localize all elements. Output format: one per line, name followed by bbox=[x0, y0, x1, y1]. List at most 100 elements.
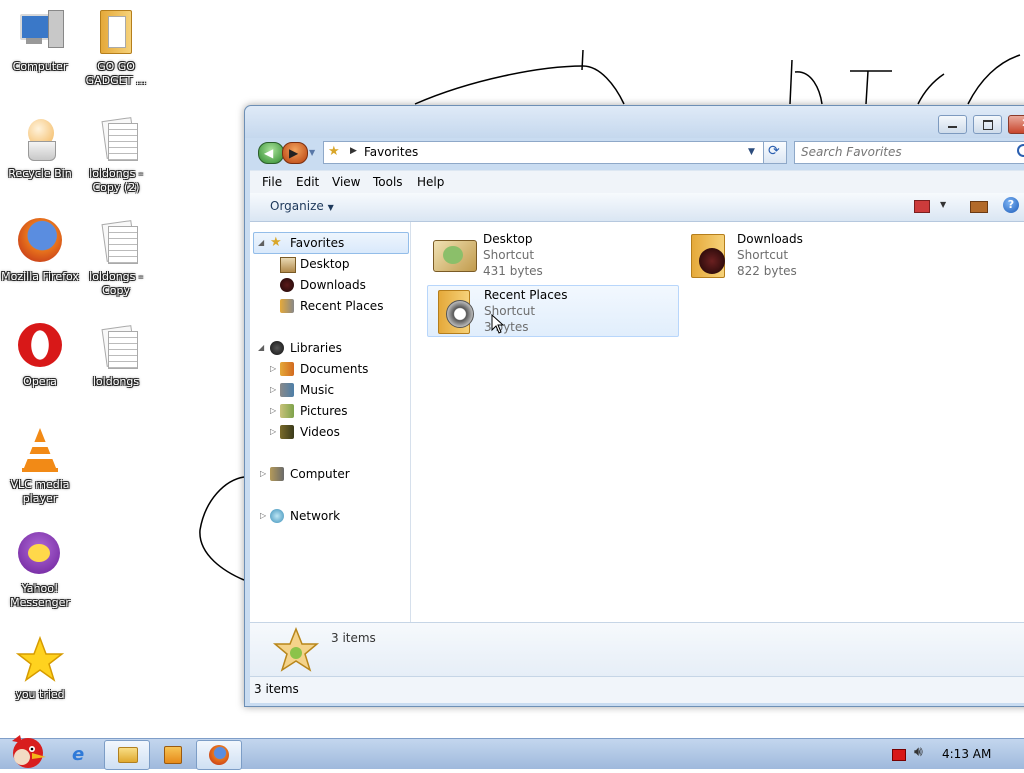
desktop-icon-vlc[interactable]: VLC media player bbox=[0, 426, 80, 506]
menu-help[interactable]: Help bbox=[417, 175, 444, 189]
desktop-icon-label: loldongs bbox=[92, 375, 140, 388]
desktop-icon-label: VLC media player bbox=[10, 478, 70, 505]
menu-tools[interactable]: Tools bbox=[373, 175, 403, 189]
view-options-dropdown[interactable]: ▼ bbox=[940, 200, 946, 209]
desktop-icon-label: Yahoo! Messenger bbox=[10, 582, 70, 609]
computer-icon bbox=[270, 467, 284, 481]
vlc-icon bbox=[16, 426, 64, 474]
command-bar: Organize ▼ ▼ ? bbox=[250, 193, 1024, 222]
menu-edit[interactable]: Edit bbox=[296, 175, 319, 189]
file-name: Recent Places bbox=[484, 288, 568, 302]
star-icon bbox=[15, 635, 65, 684]
yahoo-messenger-icon bbox=[16, 530, 64, 578]
firefox-icon bbox=[16, 218, 64, 266]
taskbar-clock[interactable]: 4:13 AM bbox=[942, 747, 991, 761]
taskbar: e 🔊︎ 4:13 AM bbox=[0, 735, 1024, 770]
file-item-downloads[interactable]: Downloads Shortcut 822 bytes bbox=[681, 230, 931, 280]
file-item-recent-places[interactable]: Recent Places Shortcut 3 bytes bbox=[427, 285, 679, 337]
desktop-icon-label: loldongs - Copy (2) bbox=[89, 167, 143, 194]
expand-favorites-icon[interactable]: ◢ bbox=[258, 238, 264, 247]
angry-bird-start-icon bbox=[12, 735, 46, 768]
start-button[interactable] bbox=[2, 731, 50, 769]
expand-documents-icon[interactable]: ▷ bbox=[270, 364, 276, 373]
maximize-icon bbox=[983, 120, 993, 130]
refresh-button[interactable]: ⟳ bbox=[763, 141, 787, 164]
desktop-icon-you-tried[interactable]: you tried bbox=[0, 635, 80, 702]
desktop-icon-go-go-gadget[interactable]: GO GO GADGET ... bbox=[76, 8, 156, 88]
document-icon bbox=[92, 218, 140, 266]
file-size: 431 bytes bbox=[483, 264, 543, 278]
help-button[interactable]: ? bbox=[1003, 197, 1019, 213]
navigation-pane[interactable]: ◢ ★ Favorites Desktop Downloads Recent P… bbox=[250, 222, 411, 622]
change-view-button[interactable] bbox=[914, 200, 930, 213]
forward-button[interactable]: ▶ bbox=[282, 142, 308, 164]
file-size: 822 bytes bbox=[737, 264, 797, 278]
organize-button[interactable]: Organize ▼ bbox=[270, 199, 334, 213]
address-dropdown-icon[interactable]: ▼ bbox=[748, 147, 755, 157]
back-arrow-icon: ◀ bbox=[264, 146, 274, 160]
tray-volume-icon[interactable]: 🔊︎ bbox=[914, 744, 923, 760]
details-pane: 3 items bbox=[250, 622, 1024, 677]
collapse-libraries-icon[interactable]: ◢ bbox=[258, 343, 264, 352]
recent-pages-dropdown[interactable]: ▼ bbox=[309, 148, 315, 157]
menu-view[interactable]: View bbox=[332, 175, 360, 189]
taskbar-internet-explorer[interactable]: e bbox=[60, 740, 104, 768]
desktop-icon-opera[interactable]: Opera bbox=[0, 323, 80, 389]
explorer-window[interactable]: ✕ ◀ ▶ ▼ ★ ▶ Favorites ▼ ⟳ File Edit View… bbox=[244, 105, 1024, 707]
opera-icon bbox=[16, 323, 64, 371]
breadcrumb-separator-icon: ▶ bbox=[350, 146, 357, 156]
file-type: Shortcut bbox=[483, 248, 535, 262]
tray-network-icon[interactable] bbox=[892, 749, 906, 761]
search-box[interactable] bbox=[794, 141, 1024, 164]
chevron-down-icon: ▼ bbox=[327, 203, 334, 212]
desktop-icon-label: Recycle Bin bbox=[8, 167, 72, 180]
breadcrumb-favorites[interactable]: Favorites bbox=[364, 145, 418, 159]
file-name: Downloads bbox=[737, 232, 803, 246]
desktop-icon-firefox[interactable]: Mozilla Firefox bbox=[0, 218, 80, 284]
file-list[interactable]: Desktop Shortcut 431 bytes Downloads Sho… bbox=[411, 222, 1024, 622]
file-type: Shortcut bbox=[737, 248, 789, 262]
desktop-icon-loldongs-copy-2[interactable]: loldongs - Copy (2) bbox=[76, 115, 156, 195]
back-button[interactable]: ◀ bbox=[258, 142, 284, 164]
desktop-icon-loldongs-copy[interactable]: loldongs - Copy bbox=[76, 218, 156, 298]
organize-label: Organize bbox=[270, 199, 324, 213]
document-icon bbox=[92, 323, 140, 371]
file-name: Desktop bbox=[483, 232, 533, 246]
taskbar-firefox[interactable] bbox=[196, 740, 242, 770]
desktop-icon-label: loldongs - Copy bbox=[89, 270, 143, 297]
media-player-icon bbox=[164, 746, 182, 764]
expand-network-icon[interactable]: ▷ bbox=[260, 511, 266, 520]
desktop-icon-loldongs[interactable]: loldongs bbox=[76, 323, 156, 389]
desktop-icon-yahoo-messenger[interactable]: Yahoo! Messenger bbox=[0, 530, 80, 610]
expand-music-icon[interactable]: ▷ bbox=[270, 385, 276, 394]
search-input[interactable] bbox=[801, 145, 1011, 159]
expand-computer-icon[interactable]: ▷ bbox=[260, 469, 266, 478]
status-item-count: 3 items bbox=[254, 682, 299, 696]
taskbar-media-player[interactable] bbox=[150, 740, 194, 768]
internet-explorer-icon: e bbox=[72, 744, 85, 765]
recent-places-icon bbox=[280, 299, 294, 313]
recycle-bin-icon bbox=[16, 115, 64, 163]
document-icon bbox=[92, 115, 140, 163]
desktop-icon-computer[interactable]: Computer bbox=[0, 8, 80, 74]
file-item-desktop[interactable]: Desktop Shortcut 431 bytes bbox=[427, 230, 677, 280]
menu-file[interactable]: File bbox=[262, 175, 282, 189]
desktop-icon-label: Opera bbox=[23, 375, 57, 388]
desktop-icon-label: Mozilla Firefox bbox=[1, 270, 79, 283]
expand-videos-icon[interactable]: ▷ bbox=[270, 427, 276, 436]
favorites-star-icon: ★ bbox=[270, 235, 282, 250]
window-titlebar[interactable]: ✕ bbox=[245, 106, 1024, 138]
taskbar-windows-explorer[interactable] bbox=[104, 740, 150, 770]
refresh-icon: ⟳ bbox=[768, 143, 780, 159]
mouse-cursor-icon bbox=[491, 314, 505, 334]
forward-arrow-icon: ▶ bbox=[289, 146, 299, 160]
desktop-icon-recycle-bin[interactable]: Recycle Bin bbox=[0, 115, 80, 181]
maximize-button[interactable] bbox=[973, 115, 1002, 134]
preview-pane-button[interactable] bbox=[970, 201, 988, 213]
expand-pictures-icon[interactable]: ▷ bbox=[270, 406, 276, 415]
address-bar[interactable]: ★ ▶ Favorites ▼ bbox=[323, 141, 765, 164]
close-button[interactable]: ✕ bbox=[1008, 115, 1024, 134]
network-icon bbox=[270, 509, 284, 523]
minimize-icon bbox=[948, 126, 957, 128]
minimize-button[interactable] bbox=[938, 115, 967, 134]
